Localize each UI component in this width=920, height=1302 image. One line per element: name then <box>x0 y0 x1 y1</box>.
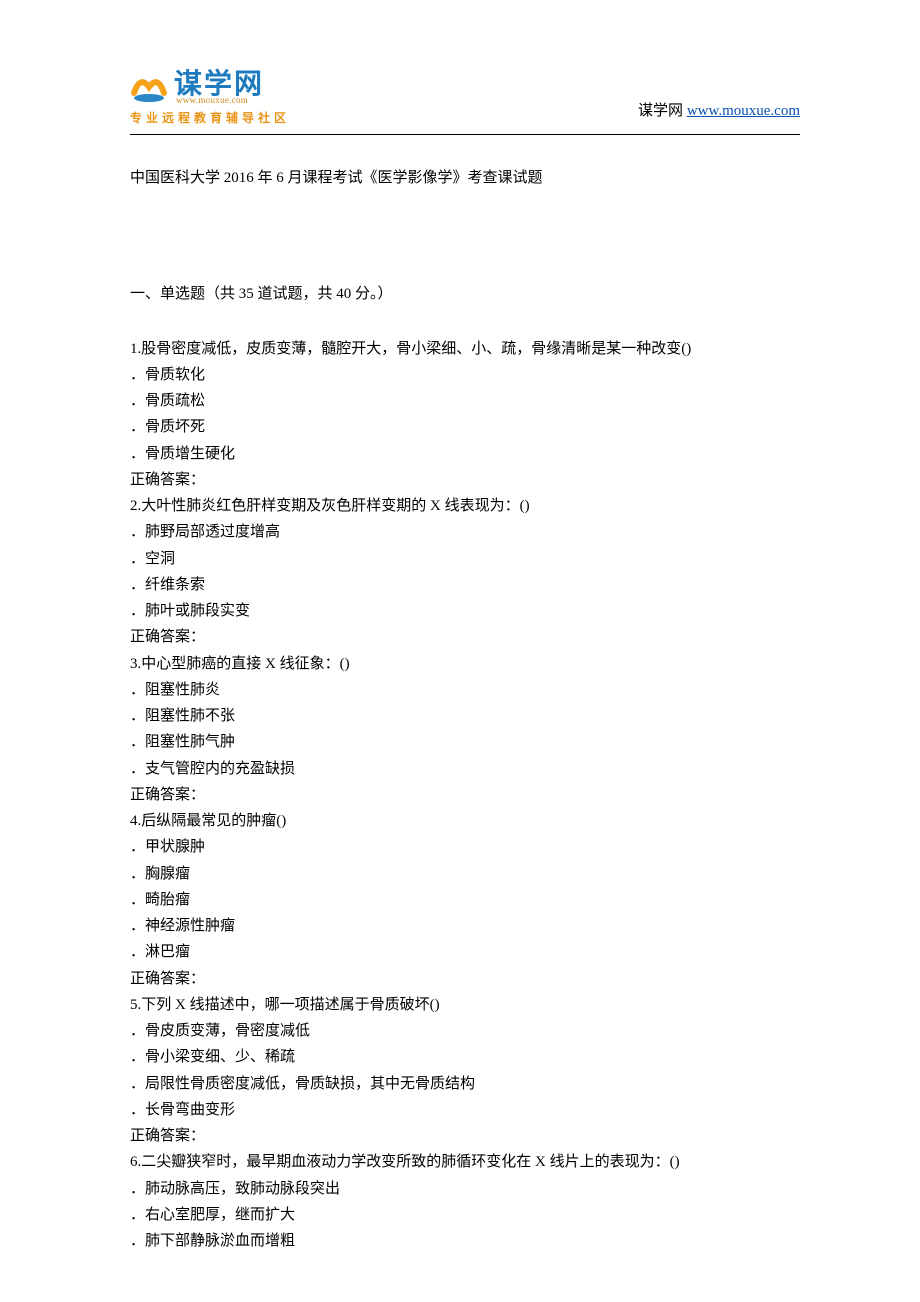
question-option: ．阻塞性肺气肿 <box>130 729 800 755</box>
question-option: ．肺叶或肺段实变 <box>130 598 800 624</box>
site-link[interactable]: www.mouxue.com <box>687 103 800 119</box>
question-option: ．肺下部静脉淤血而增粗 <box>130 1228 800 1254</box>
question-option: ．阻塞性肺不张 <box>130 703 800 729</box>
logo-tagline: 专业远程教育辅导社区 <box>130 108 310 129</box>
question-option: ．阻塞性肺炎 <box>130 677 800 703</box>
question-option: ．纤维条索 <box>130 572 800 598</box>
question-option: ．骨小梁变细、少、稀疏 <box>130 1044 800 1070</box>
question-stem: 5.下列 X 线描述中，哪一项描述属于骨质破坏() <box>130 992 800 1018</box>
question-option: ．骨质软化 <box>130 362 800 388</box>
question-option: ．空洞 <box>130 546 800 572</box>
logo-text: 谋学网 <box>174 70 264 98</box>
question-stem: 6.二尖瓣狭窄时，最早期血液动力学改变所致的肺循环变化在 X 线片上的表现为：(… <box>130 1149 800 1175</box>
question-option: ．右心室肥厚，继而扩大 <box>130 1202 800 1228</box>
question-stem: 4.后纵隔最常见的肿瘤() <box>130 808 800 834</box>
question-option: ．甲状腺肿 <box>130 834 800 860</box>
question-option: ．支气管腔内的充盈缺损 <box>130 756 800 782</box>
question-option: ．长骨弯曲变形 <box>130 1097 800 1123</box>
question-option: ．淋巴瘤 <box>130 939 800 965</box>
question-stem: 3.中心型肺癌的直接 X 线征象：() <box>130 651 800 677</box>
question-option: ．胸腺瘤 <box>130 861 800 887</box>
question-option: ．肺野局部透过度增高 <box>130 519 800 545</box>
question-list: 1.股骨密度减低，皮质变薄，髓腔开大，骨小梁细、小、疏，骨缘清晰是某一种改变()… <box>130 336 800 1255</box>
logo-icon <box>130 73 168 103</box>
question-option: ．神经源性肿瘤 <box>130 913 800 939</box>
answer-label: 正确答案： <box>130 966 800 992</box>
question-option: ．畸胎瘤 <box>130 887 800 913</box>
site-logo: 谋学网 www.mouxue.com 专业远程教育辅导社区 <box>130 70 310 128</box>
question-option: ．骨质疏松 <box>130 388 800 414</box>
question-option: ．骨质坏死 <box>130 414 800 440</box>
section-heading: 一、单选题（共 35 道试题，共 40 分。） <box>130 281 800 307</box>
answer-label: 正确答案： <box>130 467 800 493</box>
document-title: 中国医科大学 2016 年 6 月课程考试《医学影像学》考查课试题 <box>130 165 800 191</box>
answer-label: 正确答案： <box>130 782 800 808</box>
answer-label: 正确答案： <box>130 1123 800 1149</box>
question-option: ．骨皮质变薄，骨密度减低 <box>130 1018 800 1044</box>
question-option: ．局限性骨质密度减低，骨质缺损，其中无骨质结构 <box>130 1071 800 1097</box>
question-stem: 1.股骨密度减低，皮质变薄，髓腔开大，骨小梁细、小、疏，骨缘清晰是某一种改变() <box>130 336 800 362</box>
site-name-prefix: 谋学网 <box>638 103 687 119</box>
answer-label: 正确答案： <box>130 624 800 650</box>
header-divider <box>130 134 800 135</box>
header-site-reference: 谋学网 www.mouxue.com <box>638 98 800 128</box>
question-stem: 2.大叶性肺炎红色肝样变期及灰色肝样变期的 X 线表现为：() <box>130 493 800 519</box>
question-option: ．肺动脉高压，致肺动脉段突出 <box>130 1176 800 1202</box>
question-option: ．骨质增生硬化 <box>130 441 800 467</box>
